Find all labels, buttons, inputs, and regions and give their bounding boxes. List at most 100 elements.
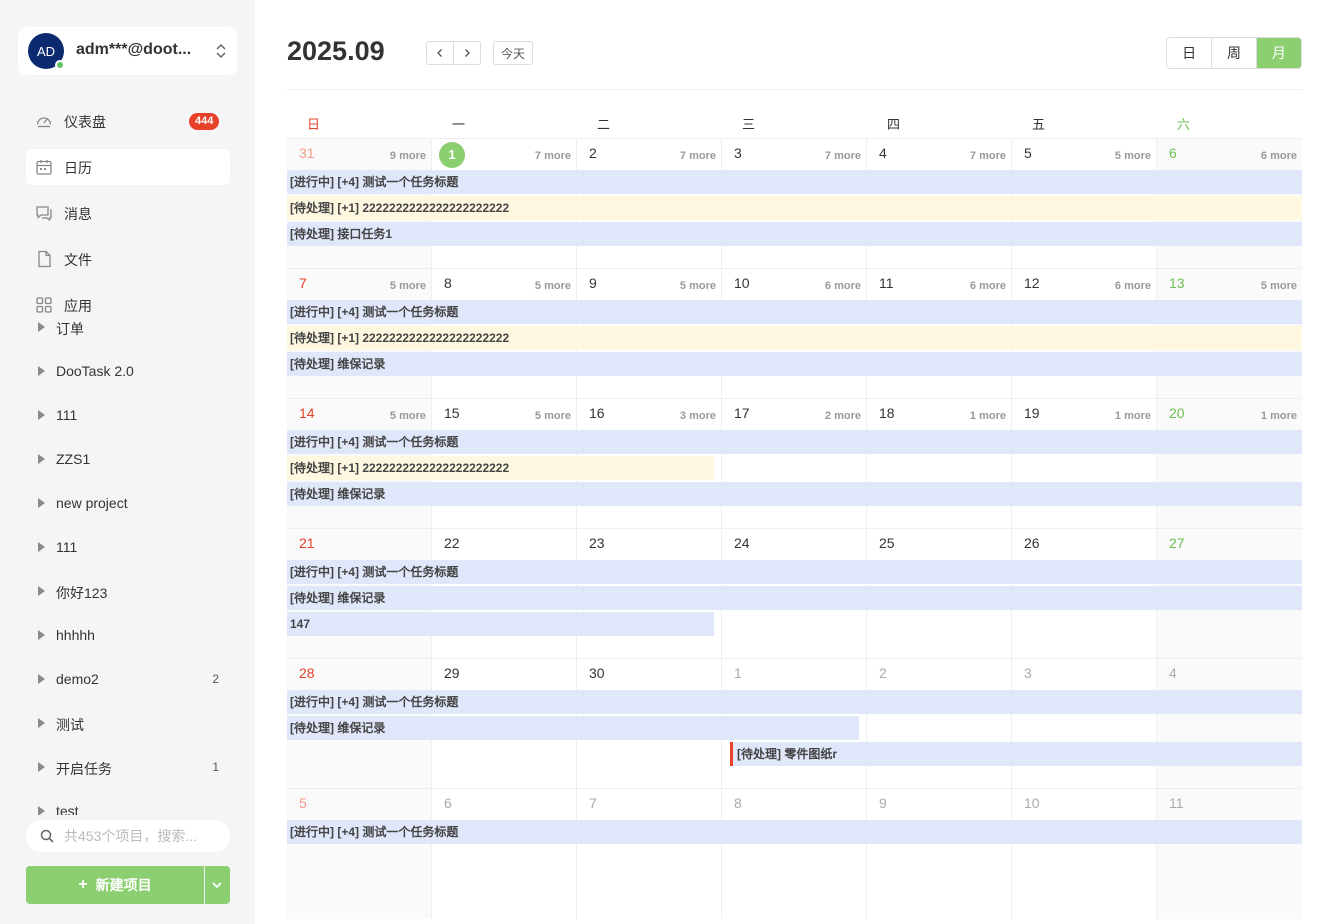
caret-right-icon[interactable]: [38, 674, 45, 684]
more-events-link[interactable]: 5 more: [535, 410, 571, 422]
event-bar[interactable]: [进行中] [+4] 测试一个任务标题: [287, 300, 1302, 324]
caret-right-icon[interactable]: [38, 586, 45, 596]
project-list[interactable]: 订单 DooTask 2.0 111 ZZS1 new project 111 你好123 h…: [0, 320, 255, 815]
more-events-link[interactable]: 9 more: [390, 150, 426, 162]
nav-item-2[interactable]: 消息: [26, 195, 230, 231]
event-bar[interactable]: [待处理] [+1] 2222222222222222222222: [287, 196, 1302, 220]
new-project-button[interactable]: + 新建项目: [26, 866, 204, 904]
project-name: DooTask 2.0: [56, 363, 134, 379]
day-cell[interactable]: 19 1 more: [1012, 399, 1157, 529]
project-item[interactable]: hhhhh: [36, 625, 226, 647]
nav-item-4[interactable]: 应用: [26, 287, 230, 323]
caret-right-icon[interactable]: [38, 410, 45, 420]
project-item[interactable]: 测试: [36, 713, 226, 735]
project-item[interactable]: new project: [36, 493, 226, 515]
view-option-1[interactable]: 周: [1211, 38, 1255, 68]
view-option-2[interactable]: 月: [1255, 38, 1301, 68]
search-input[interactable]: [64, 827, 224, 845]
project-item[interactable]: test: [36, 801, 226, 815]
day-cell[interactable]: 9: [867, 789, 1012, 919]
caret-right-icon[interactable]: [38, 806, 45, 815]
more-events-link[interactable]: 5 more: [535, 280, 571, 292]
more-events-link[interactable]: 6 more: [1261, 150, 1297, 162]
day-cell[interactable]: 3: [1012, 659, 1157, 789]
day-cell[interactable]: 11: [1157, 789, 1302, 919]
prev-month-button[interactable]: [427, 42, 453, 64]
day-cell[interactable]: 17 2 more: [722, 399, 867, 529]
more-events-link[interactable]: 3 more: [680, 410, 716, 422]
event-bar[interactable]: 147: [287, 612, 714, 636]
event-bar[interactable]: [进行中] [+4] 测试一个任务标题: [287, 820, 1302, 844]
project-item[interactable]: 111: [36, 405, 226, 427]
project-name: 订单: [56, 321, 84, 337]
event-bar[interactable]: [进行中] [+4] 测试一个任务标题: [287, 690, 1302, 714]
more-events-link[interactable]: 6 more: [1115, 280, 1151, 292]
more-events-link[interactable]: 1 more: [1115, 410, 1151, 422]
more-events-link[interactable]: 5 more: [1261, 280, 1297, 292]
day-cell[interactable]: 8: [722, 789, 867, 919]
caret-right-icon[interactable]: [38, 762, 45, 772]
next-month-button[interactable]: [453, 42, 480, 64]
event-bar[interactable]: [待处理] 维保记录: [287, 352, 1302, 376]
caret-right-icon[interactable]: [38, 542, 45, 552]
caret-right-icon[interactable]: [38, 630, 45, 640]
event-bar[interactable]: [待处理] 维保记录: [287, 716, 859, 740]
caret-right-icon[interactable]: [38, 454, 45, 464]
day-cell[interactable]: 18 1 more: [867, 399, 1012, 529]
caret-right-icon[interactable]: [38, 498, 45, 508]
more-events-link[interactable]: 5 more: [1115, 150, 1151, 162]
caret-right-icon[interactable]: [38, 366, 45, 376]
event-bar[interactable]: [进行中] [+4] 测试一个任务标题: [287, 170, 1302, 194]
day-cell[interactable]: 6: [432, 789, 577, 919]
project-search[interactable]: [26, 820, 230, 852]
more-events-link[interactable]: 6 more: [825, 280, 861, 292]
account-switcher[interactable]: AD adm***@doot...: [18, 27, 237, 75]
project-item[interactable]: ZZS1: [36, 449, 226, 471]
project-item[interactable]: 开启任务 1: [36, 757, 226, 779]
event-bar[interactable]: [待处理] 零件图纸r: [730, 742, 1302, 766]
nav-item-0[interactable]: 仪表盘 444: [26, 103, 230, 139]
event-bar[interactable]: [待处理] [+1] 2222222222222222222222: [287, 326, 1302, 350]
event-bar[interactable]: [进行中] [+4] 测试一个任务标题: [287, 560, 1302, 584]
more-events-link[interactable]: 1 more: [970, 410, 1006, 422]
project-item[interactable]: DooTask 2.0: [36, 361, 226, 383]
month-grid: 日一二三四五六 31 9 more 1 7 more 2 7 more 3 7 more 4 7 m…: [287, 89, 1302, 919]
more-events-link[interactable]: 2 more: [825, 410, 861, 422]
more-events-link[interactable]: 7 more: [680, 150, 716, 162]
event-bar[interactable]: [待处理] 接口任务1: [287, 222, 1302, 246]
event-bar[interactable]: [待处理] 维保记录: [287, 482, 1302, 506]
new-project-dropdown[interactable]: [205, 866, 230, 904]
caret-right-icon[interactable]: [38, 322, 45, 332]
more-events-link[interactable]: 7 more: [825, 150, 861, 162]
day-cell[interactable]: 2: [867, 659, 1012, 789]
project-item[interactable]: 你好123: [36, 581, 226, 603]
nav-item-1[interactable]: 日历: [26, 149, 230, 185]
more-events-link[interactable]: 5 more: [390, 410, 426, 422]
event-bar[interactable]: [待处理] 维保记录: [287, 586, 1302, 610]
more-events-link[interactable]: 1 more: [1261, 410, 1297, 422]
event-bar[interactable]: [待处理] [+1] 2222222222222222222222: [287, 456, 714, 480]
event-bar[interactable]: [进行中] [+4] 测试一个任务标题: [287, 430, 1302, 454]
project-item[interactable]: 111: [36, 537, 226, 559]
day-cell[interactable]: 20 1 more: [1157, 399, 1302, 529]
more-events-link[interactable]: 7 more: [535, 150, 571, 162]
search-icon: [40, 829, 54, 843]
caret-right-icon[interactable]: [38, 718, 45, 728]
nav-item-3[interactable]: 文件: [26, 241, 230, 277]
day-number: 8: [734, 795, 742, 811]
day-cell[interactable]: 7: [577, 789, 722, 919]
view-option-0[interactable]: 日: [1167, 38, 1211, 68]
weekday-header: 日: [307, 117, 321, 132]
day-number: 16: [589, 405, 605, 421]
day-cell[interactable]: 10: [1012, 789, 1157, 919]
today-button[interactable]: 今天: [493, 41, 533, 65]
new-project-label: 新建项目: [95, 877, 152, 893]
day-cell[interactable]: 5: [287, 789, 432, 919]
project-item[interactable]: demo2 2: [36, 669, 226, 691]
more-events-link[interactable]: 7 more: [970, 150, 1006, 162]
more-events-link[interactable]: 6 more: [970, 280, 1006, 292]
project-item[interactable]: 订单: [36, 320, 226, 339]
more-events-link[interactable]: 5 more: [680, 280, 716, 292]
more-events-link[interactable]: 5 more: [390, 280, 426, 292]
day-cell[interactable]: 4: [1157, 659, 1302, 789]
